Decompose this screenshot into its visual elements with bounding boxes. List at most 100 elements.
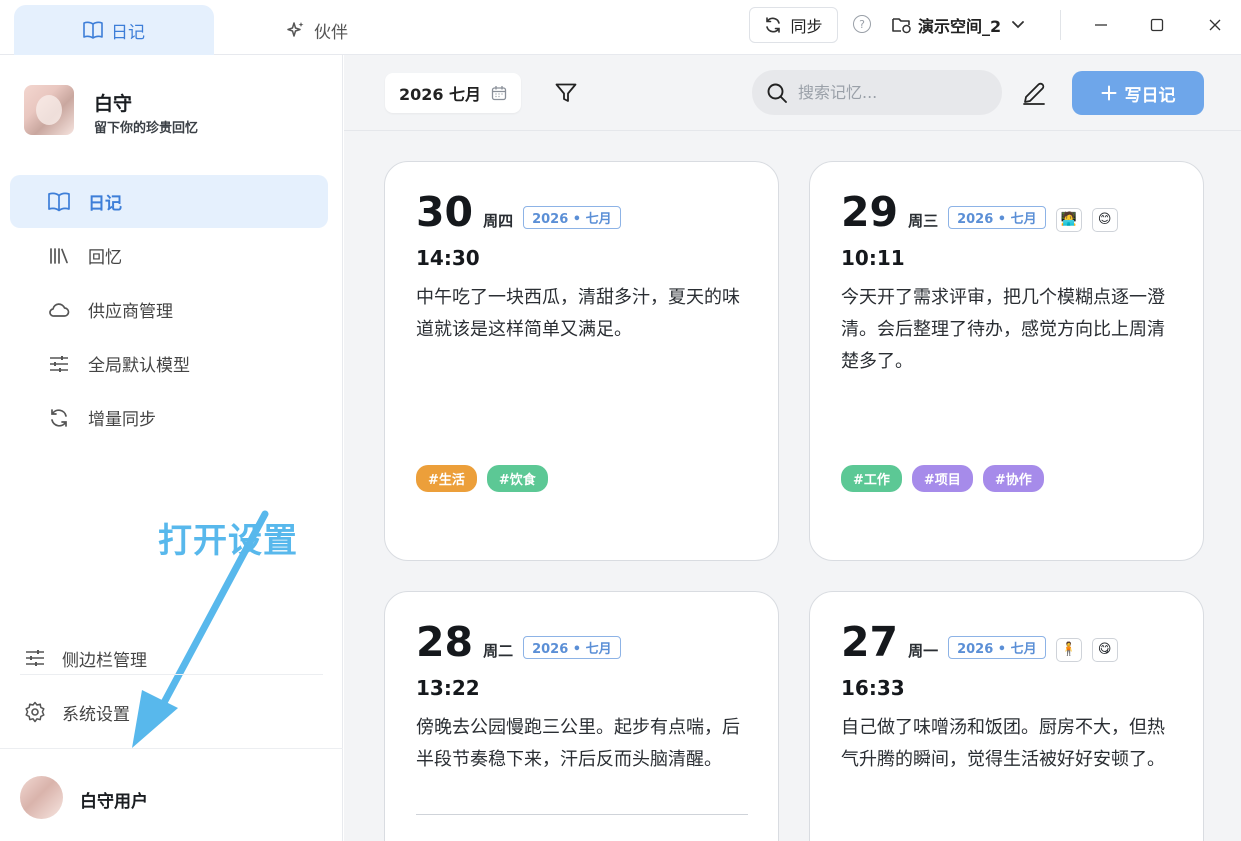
tag-chip[interactable]: #工作 (841, 465, 902, 492)
diary-card[interactable]: 28 周二 2026 • 七月 13:22 傍晚去公园慢跑三公里。起步有点喘，后… (384, 591, 779, 841)
sliders-icon (50, 355, 68, 372)
card-date-badge: 2026 • 七月 (523, 206, 621, 229)
person-icon: 🧍 (1060, 642, 1077, 657)
book-icon (83, 21, 103, 39)
sidebar-item-providers[interactable]: 供应商管理 (10, 283, 328, 336)
sync-label: 同步 (790, 17, 823, 36)
card-text: 中午吃了一块西瓜，清甜多汁，夏天的味道就该是这样简单又满足。 (416, 287, 740, 340)
card-weekday: 周四 (483, 212, 514, 230)
plus-icon (1101, 85, 1116, 101)
diary-card[interactable]: 29 周三 2026 • 七月 🧑‍💻 😊 10:11 今天开了需求评审，把几个… (809, 161, 1204, 561)
help-icon[interactable]: ? (853, 15, 871, 33)
close-icon (1209, 19, 1221, 31)
user-avatar[interactable] (20, 776, 63, 819)
chevron-down-icon (1012, 21, 1025, 29)
sidebar-divider (0, 748, 343, 749)
gear-icon (25, 701, 45, 723)
title-bar: 日记 伙伴 同步 ? 演示空间_2 (0, 0, 1241, 55)
titlebar-divider (1060, 10, 1061, 40)
main-content: 2026 七月 写日记 30 周四 2026 • 七月 14:30 中午吃了一块… (344, 55, 1241, 841)
tag-chip[interactable]: #协作 (982, 465, 1044, 492)
sidebar-item-label: 全局默认模型 (88, 356, 190, 376)
smile-icon: 😊 (1097, 212, 1112, 227)
card-day: 28 (416, 618, 474, 666)
edit-button[interactable] (1020, 79, 1048, 107)
write-diary-button[interactable]: 写日记 (1072, 71, 1204, 115)
pencil-icon (1023, 82, 1045, 105)
minimize-icon (1095, 24, 1107, 26)
maximize-button[interactable] (1142, 10, 1172, 40)
close-button[interactable] (1200, 10, 1230, 40)
diary-card[interactable]: 27 周一 2026 • 七月 🧍 😋 16:33 自己做了味噌汤和饭团。厨房不… (809, 591, 1204, 841)
card-text: 自己做了味噌汤和饭团。厨房不大，但热气升腾的瞬间，觉得生活被好好安顿了。 (841, 717, 1165, 770)
card-time: 13:22 (416, 676, 480, 700)
sidebar-item-memories[interactable]: 回忆 (10, 229, 328, 282)
filter-icon (555, 83, 577, 102)
date-picker[interactable]: 2026 七月 (385, 73, 521, 113)
sidebar-manage-label: 侧边栏管理 (62, 650, 147, 671)
date-label: 2026 七月 (398, 85, 482, 104)
card-weekday: 周二 (483, 642, 514, 660)
sidebar-item-label: 增量同步 (88, 410, 156, 430)
tag-chip[interactable]: #项目 (911, 465, 973, 492)
card-date-badge: 2026 • 七月 (948, 636, 1046, 659)
filter-button[interactable] (552, 79, 580, 107)
card-header: 28 周二 2026 • 七月 (416, 620, 621, 664)
card-time: 10:11 (841, 246, 905, 270)
calendar-icon (491, 86, 507, 101)
sidebar-item-label: 回忆 (88, 248, 122, 268)
tag-chip[interactable]: #生活 (416, 465, 477, 492)
tab-partner[interactable]: 伙伴 (232, 5, 402, 55)
sidebar-item-default-model[interactable]: 全局默认模型 (10, 337, 328, 390)
mood-chip: 😊 (1091, 207, 1118, 232)
card-day: 27 (841, 618, 899, 666)
folder-sync-icon (892, 18, 911, 34)
diary-card[interactable]: 30 周四 2026 • 七月 14:30 中午吃了一块西瓜，清甜多汁，夏天的味… (384, 161, 779, 561)
tag-chip[interactable]: #饮食 (486, 465, 548, 492)
search-box[interactable] (752, 70, 1002, 115)
sidebar-item-diary[interactable]: 日记 (10, 175, 328, 228)
mood-chip: 🧑‍💻 (1055, 207, 1082, 232)
user-name[interactable]: 白守用户 (80, 787, 148, 812)
maximize-icon (1150, 18, 1164, 32)
workspace-selector[interactable]: 演示空间_2 (892, 10, 1029, 40)
tab-diary-label: 日记 (111, 22, 145, 43)
profile-avatar[interactable] (24, 85, 74, 135)
sync-button[interactable]: 同步 (749, 7, 838, 43)
mood-chip: 🧍 (1055, 637, 1082, 662)
card-weekday: 周三 (908, 212, 939, 230)
card-time: 16:33 (841, 676, 905, 700)
system-settings-button[interactable]: 系统设置 (14, 692, 130, 732)
card-header: 29 周三 2026 • 七月 🧑‍💻 😊 (841, 190, 1118, 235)
sparkles-icon (287, 22, 304, 37)
mood-chip: 😋 (1091, 637, 1118, 662)
profile-subtitle: 留下你的珍贵回忆 (94, 121, 199, 136)
tab-diary[interactable]: 日记 (14, 5, 214, 55)
card-divider (416, 814, 748, 815)
refresh-icon (51, 408, 67, 427)
search-input[interactable] (798, 83, 978, 102)
toolbar: 2026 七月 写日记 (344, 55, 1241, 131)
search-icon (767, 83, 787, 103)
sliders-icon (26, 650, 44, 666)
card-tags: #生活 #饮食 (416, 465, 548, 492)
card-day: 29 (841, 188, 899, 236)
sidebar-manage-button[interactable]: 侧边栏管理 (14, 638, 147, 678)
profile-name: 白守 (94, 93, 133, 115)
library-icon (50, 247, 68, 264)
person-icon: 🧑‍💻 (1060, 212, 1077, 227)
refresh-icon (766, 17, 781, 33)
card-text: 今天开了需求评审，把几个模糊点逐一澄清。会后整理了待办，感觉方向比上周清楚多了。 (841, 287, 1165, 372)
cloud-icon (49, 302, 70, 317)
sidebar-item-label: 供应商管理 (88, 302, 173, 322)
annotation-arrow-icon (132, 510, 269, 748)
sidebar-item-incremental-sync[interactable]: 增量同步 (10, 391, 328, 444)
minimize-button[interactable] (1086, 10, 1116, 40)
card-text: 傍晚去公园慢跑三公里。起步有点喘，后半段节奏稳下来，汗后反而头脑清醒。 (416, 717, 740, 770)
card-header: 27 周一 2026 • 七月 🧍 😋 (841, 620, 1118, 665)
card-date-badge: 2026 • 七月 (523, 636, 621, 659)
help-glyph: ? (859, 17, 865, 31)
card-tags: #工作 #项目 #协作 (841, 465, 1044, 492)
sidebar-item-label: 日记 (88, 194, 122, 214)
tab-partner-label: 伙伴 (314, 22, 348, 43)
